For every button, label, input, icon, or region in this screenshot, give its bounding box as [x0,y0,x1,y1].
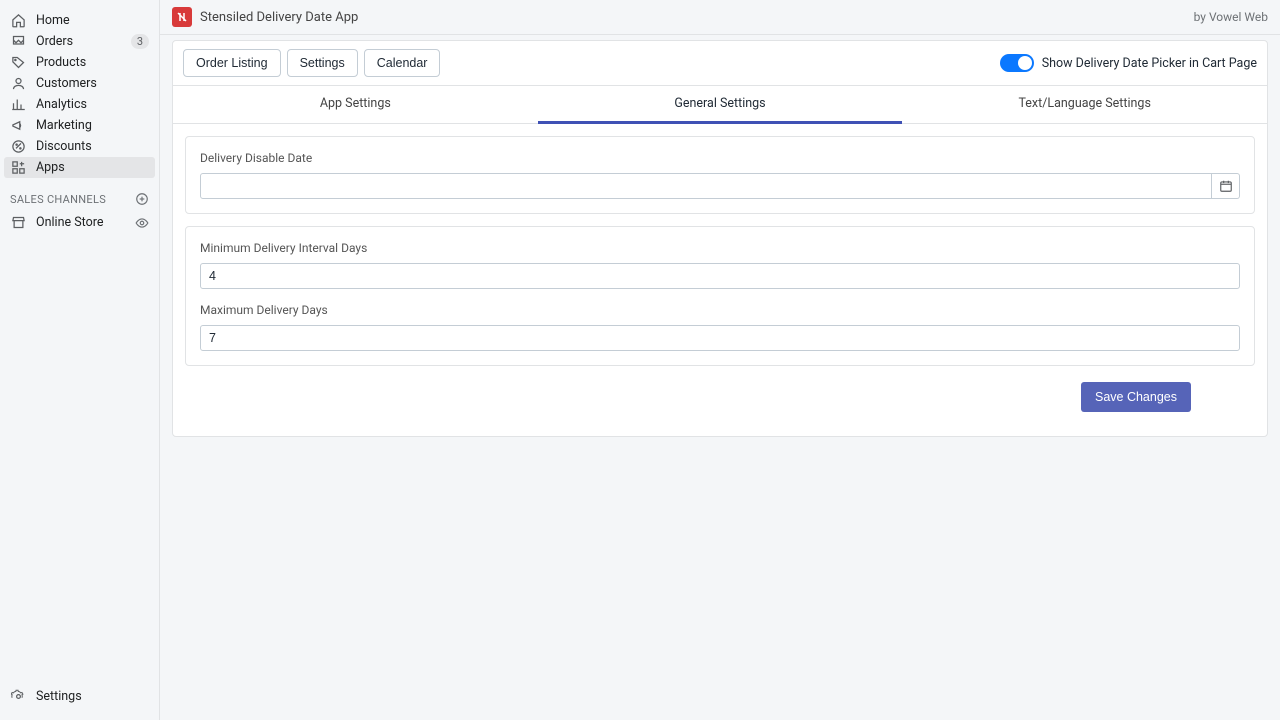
user-icon [10,76,26,92]
sidebar-bottom: Settings [0,682,159,720]
disable-date-input[interactable] [200,173,1212,199]
sidebar-item-online-store[interactable]: Online Store [0,212,159,233]
home-icon [10,13,26,29]
app-title: Stensiled Delivery Date App [200,10,358,25]
tabs: App Settings General Settings Text/Langu… [173,86,1267,124]
calendar-picker-button[interactable] [1212,173,1240,199]
disable-date-label: Delivery Disable Date [200,151,1240,165]
min-days-label: Minimum Delivery Interval Days [200,241,1240,255]
toolbar: Order Listing Settings Calendar Show Del… [173,41,1267,86]
calendar-icon [1219,179,1233,193]
sidebar-item-analytics[interactable]: Analytics [0,94,159,115]
settings-button[interactable]: Settings [287,49,358,77]
sidebar-item-marketing[interactable]: Marketing [0,115,159,136]
sidebar-item-customers[interactable]: Customers [0,73,159,94]
sidebar-item-label: Customers [36,76,97,91]
days-card: Minimum Delivery Interval Days Maximum D… [185,226,1255,366]
gear-icon [10,688,26,704]
sidebar-item-label: Home [36,13,70,28]
sidebar-item-label: Apps [36,160,65,175]
tab-general-settings[interactable]: General Settings [538,86,903,124]
app-logo-icon [172,7,192,27]
cart-picker-toggle[interactable] [1000,54,1034,72]
sidebar-item-discounts[interactable]: Discounts [0,136,159,157]
sidebar-item-label: Orders [36,34,73,49]
save-row: Save Changes [185,378,1255,424]
sidebar-item-settings[interactable]: Settings [0,682,159,710]
content-card: Order Listing Settings Calendar Show Del… [172,40,1268,437]
max-days-label: Maximum Delivery Days [200,303,1240,317]
tag-icon [10,55,26,71]
disable-date-card: Delivery Disable Date [185,136,1255,214]
app-header: Stensiled Delivery Date App by Vowel Web [160,0,1280,35]
cart-picker-toggle-wrap: Show Delivery Date Picker in Cart Page [1000,54,1257,72]
sidebar-nav: Home Orders 3 Products Customers A [0,10,159,178]
chart-icon [10,97,26,113]
sidebar-item-label: Analytics [36,97,87,112]
toggle-knob [1018,56,1032,70]
eye-icon[interactable] [135,216,149,230]
max-days-input[interactable] [200,325,1240,351]
order-listing-button[interactable]: Order Listing [183,49,281,77]
apps-icon [10,160,26,176]
main: Stensiled Delivery Date App by Vowel Web… [160,0,1280,720]
store-icon [10,215,26,231]
sidebar-item-products[interactable]: Products [0,52,159,73]
sidebar-item-home[interactable]: Home [0,10,159,31]
vendor-link[interactable]: Vowel Web [1209,10,1268,24]
sidebar-item-orders[interactable]: Orders 3 [0,31,159,52]
panel: Delivery Disable Date Minimum Delivery I… [173,124,1267,436]
min-days-input[interactable] [200,263,1240,289]
toggle-label: Show Delivery Date Picker in Cart Page [1042,56,1257,71]
sidebar-item-label: Marketing [36,118,92,133]
save-button[interactable]: Save Changes [1081,382,1191,412]
orders-icon [10,34,26,50]
sidebar-item-label: Products [36,55,86,70]
orders-badge: 3 [131,34,149,49]
megaphone-icon [10,118,26,134]
sidebar: Home Orders 3 Products Customers A [0,0,160,720]
sidebar-section-header: SALES CHANNELS [0,192,159,212]
discount-icon [10,139,26,155]
plus-icon[interactable] [135,192,149,206]
sidebar-item-label: Online Store [36,215,103,230]
sidebar-item-label: Settings [36,689,82,704]
sidebar-item-apps[interactable]: Apps [4,157,155,178]
section-title: SALES CHANNELS [10,193,106,206]
tab-text-language-settings[interactable]: Text/Language Settings [902,86,1267,124]
tab-app-settings[interactable]: App Settings [173,86,538,124]
by-line: by Vowel Web [1194,10,1268,24]
calendar-button[interactable]: Calendar [364,49,441,77]
sidebar-item-label: Discounts [36,139,92,154]
